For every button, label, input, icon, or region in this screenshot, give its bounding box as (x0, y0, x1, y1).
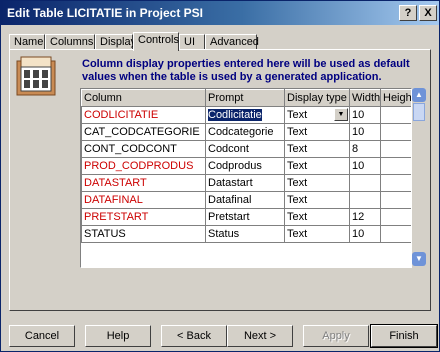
prompt-cell[interactable]: Status (205, 225, 285, 243)
width-cell[interactable]: 10 (349, 106, 381, 124)
dialog-window: Edit Table LICITATIE in Project PSI ? X … (0, 0, 440, 352)
display-type-value: Text (287, 109, 308, 121)
prompt-cell[interactable]: Codprodus (205, 157, 285, 175)
dropdown-arrow-icon[interactable]: ▼ (334, 108, 348, 121)
height-cell[interactable] (380, 157, 411, 175)
help-button[interactable]: Help (85, 325, 151, 347)
header-display-type[interactable]: Display type (284, 89, 350, 107)
column-name-cell[interactable]: CODLICITATIE (81, 106, 206, 124)
height-cell[interactable] (380, 123, 411, 141)
tab-display[interactable]: Display (95, 34, 136, 50)
display-type-cell[interactable]: Text (284, 225, 350, 243)
tab-advanced[interactable]: Advanced (205, 34, 259, 50)
column-name-cell[interactable]: PROD_CODPRODUS (81, 157, 206, 175)
display-type-select[interactable]: Text ▼ (284, 106, 350, 124)
prompt-cell[interactable]: Codlicitatie (205, 106, 285, 124)
tab-controls[interactable]: Controls (133, 32, 179, 51)
width-cell[interactable]: 8 (349, 140, 381, 158)
prompt-cell[interactable]: Pretstart (205, 208, 285, 226)
header-column[interactable]: Column (81, 89, 206, 107)
table-row[interactable]: PRETSTART Pretstart Text 12 (81, 208, 411, 226)
finish-button[interactable]: Finish (370, 324, 438, 348)
apply-button[interactable]: Apply (303, 325, 369, 347)
table-row[interactable]: CONT_CODCONT Codcont Text 8 (81, 140, 411, 158)
display-type-cell[interactable]: Text (284, 208, 350, 226)
width-cell[interactable]: 10 (349, 225, 381, 243)
scroll-down-icon[interactable]: ▼ (412, 252, 426, 266)
tab-columns[interactable]: Columns (45, 34, 95, 50)
scroll-thumb[interactable] (413, 103, 425, 121)
prompt-cell[interactable]: Datastart (205, 174, 285, 192)
column-name-cell[interactable]: DATAFINAL (81, 191, 206, 209)
help-title-button[interactable]: ? (399, 5, 417, 21)
header-prompt[interactable]: Prompt (205, 89, 285, 107)
display-type-cell[interactable]: Text (284, 157, 350, 175)
height-cell[interactable] (380, 174, 411, 192)
tab-name[interactable]: Name (9, 34, 45, 50)
column-name-cell[interactable]: DATASTART (81, 174, 206, 192)
column-properties-grid[interactable]: Column Prompt Display type Width Height … (80, 88, 412, 268)
column-name-cell[interactable]: CAT_CODCATEGORIE (81, 123, 206, 141)
scroll-up-icon[interactable]: ▲ (412, 88, 426, 102)
table-row[interactable]: STATUS Status Text 10 (81, 225, 411, 243)
window-title: Edit Table LICITATIE in Project PSI (7, 6, 204, 20)
table-row[interactable]: DATAFINAL Datafinal Text (81, 191, 411, 209)
height-cell[interactable] (380, 208, 411, 226)
column-name-cell[interactable]: PRETSTART (81, 208, 206, 226)
next-button[interactable]: Next > (227, 325, 293, 347)
grid-header-row: Column Prompt Display type Width Height (81, 89, 411, 107)
close-title-button[interactable]: X (419, 5, 437, 21)
grid-vertical-scrollbar[interactable]: ▲ ▼ (412, 88, 426, 266)
display-type-cell[interactable]: Text (284, 174, 350, 192)
width-cell[interactable]: 12 (349, 208, 381, 226)
table-row[interactable]: CODLICITATIE Codlicitatie Text ▼ 10 (81, 106, 411, 124)
prompt-cell[interactable]: Datafinal (205, 191, 285, 209)
height-cell[interactable] (380, 225, 411, 243)
table-row[interactable]: DATASTART Datastart Text (81, 174, 411, 192)
column-name-cell[interactable]: CONT_CODCONT (81, 140, 206, 158)
column-name-cell[interactable]: STATUS (81, 225, 206, 243)
back-button[interactable]: < Back (161, 325, 227, 347)
description-text: Column display properties entered here w… (82, 58, 410, 83)
cancel-button[interactable]: Cancel (9, 325, 75, 347)
display-type-cell[interactable]: Text (284, 191, 350, 209)
width-cell[interactable]: 10 (349, 123, 381, 141)
display-type-cell[interactable]: Text (284, 140, 350, 158)
prompt-cell[interactable]: Codcategorie (205, 123, 285, 141)
width-cell[interactable] (349, 191, 381, 209)
height-cell[interactable] (380, 106, 411, 124)
prompt-cell[interactable]: Codcont (205, 140, 285, 158)
title-bar[interactable]: Edit Table LICITATIE in Project PSI ? X (1, 1, 439, 25)
header-height[interactable]: Height (380, 89, 411, 107)
height-cell[interactable] (380, 140, 411, 158)
header-width[interactable]: Width (349, 89, 381, 107)
controls-panel: Column display properties entered here w… (9, 49, 431, 311)
tab-ui[interactable]: UI (179, 34, 205, 50)
table-row[interactable]: CAT_CODCATEGORIE Codcategorie Text 10 (81, 123, 411, 141)
prompt-input[interactable]: Codlicitatie (208, 109, 262, 121)
width-cell[interactable] (349, 174, 381, 192)
table-row[interactable]: PROD_CODPRODUS Codprodus Text 10 (81, 157, 411, 175)
width-cell[interactable]: 10 (349, 157, 381, 175)
height-cell[interactable] (380, 191, 411, 209)
display-type-cell[interactable]: Text (284, 123, 350, 141)
table-controls-icon (15, 55, 59, 97)
